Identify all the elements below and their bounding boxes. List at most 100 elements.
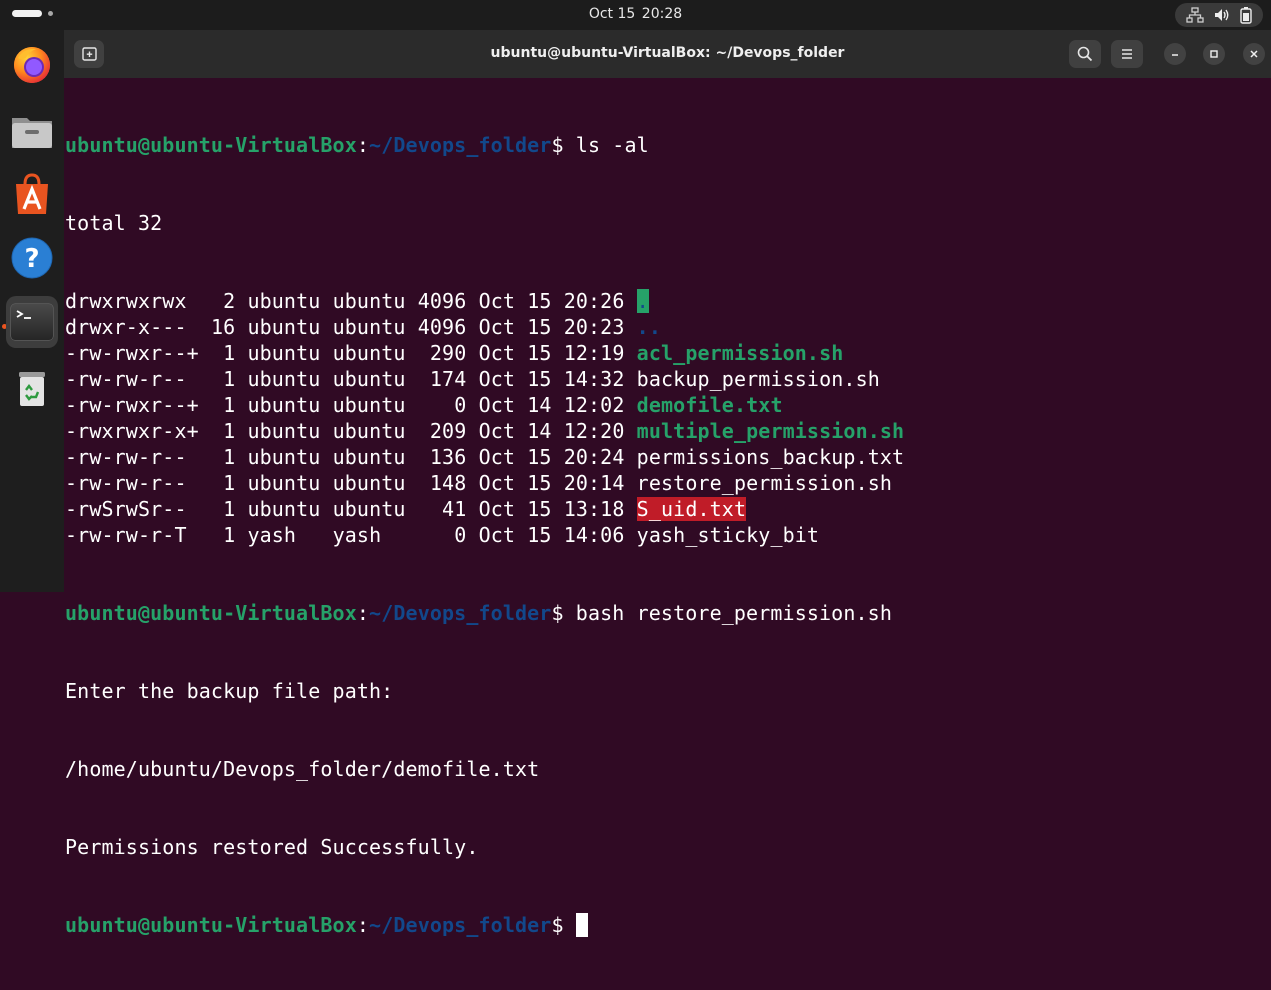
listing-filename: backup_permission.sh [636, 367, 880, 391]
listing-filename: multiple_permission.sh [636, 419, 905, 443]
listing-owner: ubuntu [247, 341, 321, 365]
listing-row: -rw-rw-r-- 1 ubuntu ubuntu 174 Oct 15 14… [65, 366, 1265, 392]
listing-links: 1 [210, 341, 236, 365]
listing-filename: .. [636, 315, 661, 339]
listing-group: ubuntu [332, 497, 406, 521]
listing-perms: -rw-rw-r-- [65, 367, 199, 391]
listing-size: 136 [417, 445, 467, 469]
output-line: total 32 [65, 211, 163, 235]
listing-row: -rw-rw-r-T 1 yash yash 0 Oct 15 14:06 ya… [65, 522, 1265, 548]
close-button[interactable] [1243, 43, 1265, 65]
listing-size: 0 [417, 523, 467, 547]
help-icon: ? [11, 237, 53, 279]
system-tray[interactable] [1175, 3, 1263, 27]
listing-links: 1 [210, 471, 236, 495]
listing-perms: -rw-rwxr--+ [65, 393, 199, 417]
listing-owner: ubuntu [247, 367, 321, 391]
top-bar: Oct 15 20:28 [0, 0, 1271, 30]
trash-icon [19, 372, 45, 406]
maximize-button[interactable] [1203, 43, 1225, 65]
listing-group: ubuntu [332, 471, 406, 495]
listing-size: 174 [417, 367, 467, 391]
terminal-icon [10, 303, 54, 341]
listing-filename: S_uid.txt [636, 497, 747, 521]
listing-size: 209 [417, 419, 467, 443]
listing-date: Oct 15 14:06 [478, 523, 625, 547]
listing-links: 2 [210, 289, 236, 313]
listing-size: 4096 [417, 315, 467, 339]
listing-links: 1 [210, 497, 236, 521]
prompt-path: ~/Devops_folder [369, 133, 552, 157]
dock-terminal[interactable] [6, 296, 58, 348]
text-cursor [575, 913, 588, 937]
clock[interactable]: Oct 15 20:28 [0, 6, 1271, 22]
svg-text:?: ? [24, 244, 39, 274]
prompt-user: ubuntu@ubuntu-VirtualBox [65, 913, 357, 937]
command-text: ls -al [575, 133, 649, 157]
listing-filename: permissions_backup.txt [636, 445, 905, 469]
listing-row: drwxr-x--- 16 ubuntu ubuntu 4096 Oct 15 … [65, 314, 1265, 340]
listing-date: Oct 14 12:02 [478, 393, 625, 417]
listing-row: drwxrwxrwx 2 ubuntu ubuntu 4096 Oct 15 2… [65, 288, 1265, 314]
terminal-output[interactable]: ubuntu@ubuntu-VirtualBox:~/Devops_folder… [65, 80, 1265, 937]
listing-owner: yash [247, 523, 321, 547]
listing-row: -rwxrwxr-x+ 1 ubuntu ubuntu 209 Oct 14 1… [65, 418, 1265, 444]
listing-owner: ubuntu [247, 471, 321, 495]
clock-date: Oct 15 [588, 6, 636, 22]
listing-perms: -rwxrwxr-x+ [65, 419, 199, 443]
minimize-icon [1172, 54, 1178, 56]
listing-date: Oct 15 20:26 [478, 289, 625, 313]
listing-perms: -rw-rwxr--+ [65, 341, 199, 365]
search-button[interactable] [1069, 40, 1101, 68]
listing-links: 16 [210, 315, 236, 339]
dock-files[interactable] [6, 104, 58, 156]
listing-filename: . [636, 289, 649, 313]
dock-firefox[interactable] [6, 38, 58, 90]
output-line: Permissions restored Successfully. [65, 835, 479, 859]
listing-owner: ubuntu [247, 497, 321, 521]
listing-row: -rw-rw-r-- 1 ubuntu ubuntu 148 Oct 15 20… [65, 470, 1265, 496]
terminal-window: ubuntu@ubuntu-VirtualBox: ~/Devops_folde… [64, 30, 1271, 937]
listing-filename: restore_permission.sh [636, 471, 893, 495]
listing-group: ubuntu [332, 341, 406, 365]
listing-group: yash [332, 523, 406, 547]
listing-date: Oct 15 14:32 [478, 367, 625, 391]
listing-perms: -rw-rw-r-- [65, 471, 199, 495]
search-icon [1077, 46, 1093, 62]
dock-trash[interactable] [6, 362, 58, 414]
prompt-line: ubuntu@ubuntu-VirtualBox:~/Devops_folder… [65, 133, 649, 157]
listing-group: ubuntu [332, 289, 406, 313]
listing-filename: yash_sticky_bit [636, 523, 820, 547]
maximize-icon [1210, 50, 1218, 58]
listing-links: 1 [210, 523, 236, 547]
dock-help[interactable]: ? [6, 232, 58, 284]
listing-owner: ubuntu [247, 315, 321, 339]
directory-listing: drwxrwxrwx 2 ubuntu ubuntu 4096 Oct 15 2… [65, 288, 1265, 548]
listing-links: 1 [210, 367, 236, 391]
battery-icon [1240, 6, 1253, 24]
window-headerbar[interactable]: ubuntu@ubuntu-VirtualBox: ~/Devops_folde… [64, 30, 1271, 78]
listing-size: 148 [417, 471, 467, 495]
listing-perms: -rwSrwSr-- [65, 497, 199, 521]
listing-filename: acl_permission.sh [636, 341, 844, 365]
prompt-line: ubuntu@ubuntu-VirtualBox:~/Devops_folder… [65, 601, 892, 625]
files-icon [12, 118, 52, 148]
minimize-button[interactable] [1164, 43, 1186, 65]
prompt-path: ~/Devops_folder [369, 913, 552, 937]
volume-icon [1214, 9, 1229, 21]
listing-group: ubuntu [332, 419, 406, 443]
output-line: Enter the backup file path: [65, 679, 394, 703]
listing-group: ubuntu [332, 445, 406, 469]
listing-size: 4096 [417, 289, 467, 313]
listing-size: 0 [417, 393, 467, 417]
dock-app-center[interactable] [6, 168, 58, 220]
listing-group: ubuntu [332, 315, 406, 339]
listing-row: -rwSrwSr-- 1 ubuntu ubuntu 41 Oct 15 13:… [65, 496, 1265, 522]
listing-row: -rw-rw-r-- 1 ubuntu ubuntu 136 Oct 15 20… [65, 444, 1265, 470]
command-text: bash restore_permission.sh [575, 601, 892, 625]
listing-owner: ubuntu [247, 289, 321, 313]
listing-links: 1 [210, 393, 236, 417]
prompt-line: ubuntu@ubuntu-VirtualBox:~/Devops_folder… [65, 912, 1265, 938]
menu-button[interactable] [1111, 40, 1143, 68]
dock: ? [0, 30, 64, 592]
